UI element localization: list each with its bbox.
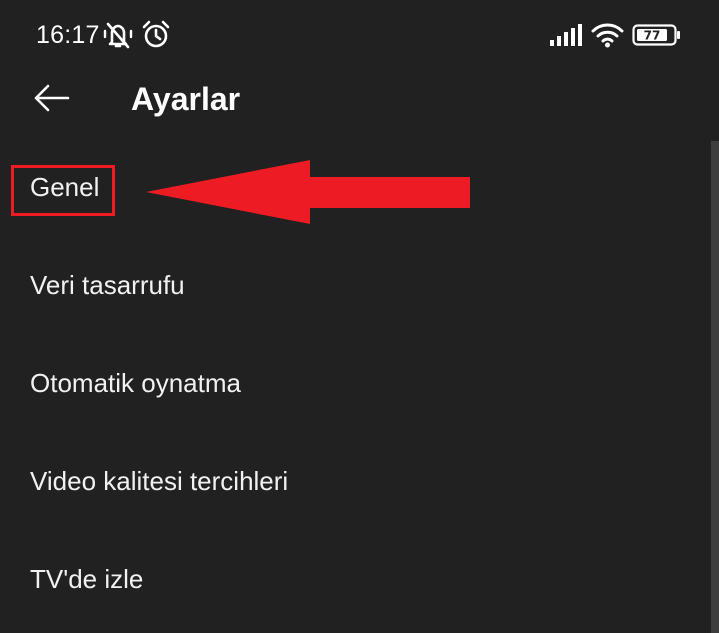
app-bar: Ayarlar [0,70,719,130]
settings-item-label: TV'de izle [30,564,144,594]
muted-bell-icon [103,22,133,49]
scrollbar[interactable] [711,141,719,633]
settings-item-label: Otomatik oynatma [30,368,241,398]
arrow-left-icon [34,84,70,112]
battery-icon: 77 [632,24,680,46]
page-title: Ayarlar [131,81,241,117]
settings-item-label: Veri tasarrufu [30,270,185,300]
signal-icon [550,24,582,46]
wifi-icon [591,23,624,48]
battery-level: 77 [644,29,661,43]
status-bar: 16:17 77 [0,0,719,70]
settings-item-label: Genel [30,172,100,202]
back-button[interactable] [28,76,76,120]
settings-item-video-quality[interactable]: Video kalitesi tercihleri [0,437,711,535]
settings-item-general[interactable]: Genel [0,143,711,241]
alarm-icon [142,20,170,48]
settings-item-data-saving[interactable]: Veri tasarrufu [0,241,711,339]
settings-item-watch-on-tv[interactable]: TV'de izle [0,535,711,633]
settings-list: Genel Veri tasarrufu Otomatik oynatma Vi… [0,143,711,633]
status-time: 16:17 [36,21,100,49]
settings-item-autoplay[interactable]: Otomatik oynatma [0,339,711,437]
settings-item-label: Video kalitesi tercihleri [30,466,289,496]
